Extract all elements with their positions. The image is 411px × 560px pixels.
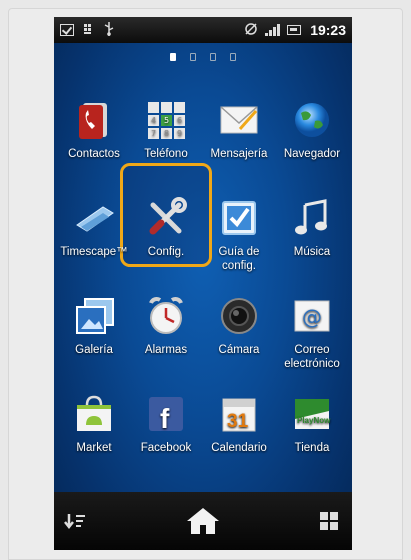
app-alarmas[interactable]: Alarmas [129,295,203,385]
app-tienda[interactable]: PlayNow Tienda [275,393,349,483]
market-bag-icon [73,393,115,435]
pager-dot[interactable] [230,53,236,61]
sort-icon[interactable] [64,512,86,530]
app-market[interactable]: Market [57,393,131,483]
app-contactos[interactable]: Contactos [57,99,131,189]
checkbox-icon [218,197,260,239]
app-mensajeria[interactable]: Mensajería [202,99,276,189]
playnow-label: PlayNow [297,416,331,425]
app-guia-config[interactable]: Guía de config. [202,197,276,287]
grid-icon[interactable] [320,512,338,530]
dialpad-icon: 456 789 [145,99,187,141]
pager-dot[interactable] [170,53,176,61]
app-telefono[interactable]: 456789 Teléfono [129,99,203,189]
check-notification-icon [60,24,74,36]
svg-text:5: 5 [164,116,169,125]
gallery-icon [73,295,115,337]
timescape-icon [73,197,115,239]
phone-screen: 19:23 Contactos 456789 Teléfono Mensajer… [54,17,352,550]
facebook-icon: f [145,393,187,435]
calendar-day: 31 [227,411,249,432]
svg-text:4: 4 [151,116,156,125]
svg-text:6: 6 [177,116,182,125]
svg-text:8: 8 [164,129,169,138]
clock-time: 19:23 [310,22,346,38]
status-bar: 19:23 [54,17,352,43]
svg-text:f: f [160,403,170,434]
calendar-icon: 31 [218,393,260,435]
bottom-dock [54,492,352,550]
app-facebook[interactable]: f Facebook [129,393,203,483]
music-note-icon [291,197,333,239]
app-camara[interactable]: Cámara [202,295,276,385]
alarm-clock-icon [145,295,187,337]
app-musica[interactable]: Música [275,197,349,287]
svg-text:7: 7 [151,129,156,138]
svg-text:@: @ [302,305,322,329]
globe-icon [291,99,333,141]
contacts-phone-icon [73,99,115,141]
app-correo[interactable]: @ Correo electrónico [275,295,349,385]
home-icon[interactable] [185,506,221,536]
svg-text:9: 9 [177,129,182,138]
camera-icon [218,295,260,337]
gps-icon [244,22,258,38]
app-calendario[interactable]: 31 Calendario [202,393,276,483]
usb-icon [104,22,114,38]
battery-icon [287,25,302,35]
playnow-icon: PlayNow [291,393,333,435]
home-pager[interactable] [54,53,352,61]
pager-dot[interactable] [190,53,196,61]
pager-dot[interactable] [210,53,216,61]
sim-icon [83,23,95,37]
app-galeria[interactable]: Galería [57,295,131,385]
app-config[interactable]: Config. [129,197,203,287]
app-navegador[interactable]: Navegador [275,99,349,189]
email-at-icon: @ [291,295,333,337]
envelope-icon [218,99,260,141]
tools-icon [145,197,187,239]
signal-icon [265,24,281,36]
app-timescape[interactable]: Timescape™ [57,197,131,287]
